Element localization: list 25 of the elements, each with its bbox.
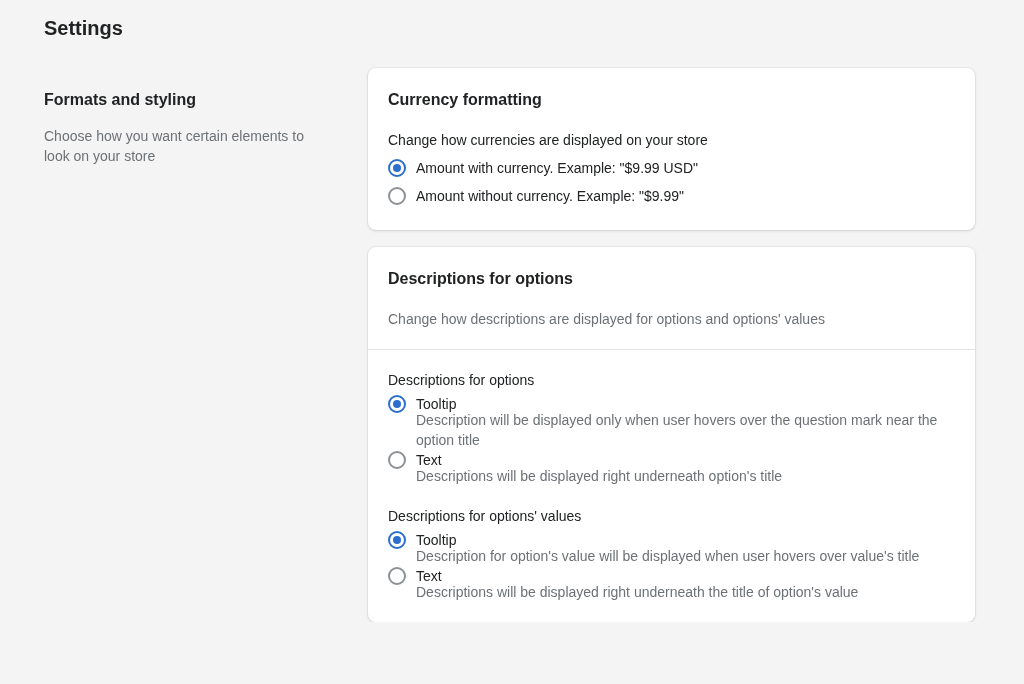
radio-button[interactable]	[388, 187, 406, 205]
section-description: Choose how you want certain elements to look on your store	[44, 127, 305, 166]
card-title: Descriptions for options	[388, 269, 574, 289]
page-title: Settings	[44, 16, 124, 41]
option-description: Descriptions will be displayed right underneath the title of option's value	[416, 583, 860, 602]
option-label[interactable]: Tooltip	[416, 394, 955, 414]
radio-button[interactable]	[388, 567, 406, 585]
option-description: Descriptions will be displayed right underneath option's title	[416, 467, 784, 486]
option-label[interactable]: Amount with currency. Example: "$9.99 USD"	[416, 158, 955, 178]
group-label: Change how currencies are displayed on your store	[388, 131, 709, 150]
radio-button[interactable]	[388, 159, 406, 177]
option-description: Description for option's value will be displayed when user hovers over value's title	[416, 548, 921, 566]
card-subtitle: Change how descriptions are displayed for options and options' values	[388, 310, 826, 329]
radio-button[interactable]	[388, 395, 406, 413]
option-label[interactable]: Text	[416, 450, 955, 470]
radio-button[interactable]	[388, 451, 406, 469]
radio-button[interactable]	[388, 531, 406, 549]
group-label: Descriptions for options	[388, 371, 536, 390]
section-title: Formats and styling	[44, 90, 198, 110]
option-label[interactable]: Text	[416, 566, 955, 586]
group-label: Descriptions for options' values	[388, 507, 583, 526]
card-title: Currency formatting	[388, 90, 543, 110]
option-description: Description will be displayed only when user hovers over the question mark near the option title	[416, 412, 939, 450]
option-label[interactable]: Amount without currency. Example: "$9.99"	[416, 186, 955, 206]
option-label[interactable]: Tooltip	[416, 530, 955, 550]
